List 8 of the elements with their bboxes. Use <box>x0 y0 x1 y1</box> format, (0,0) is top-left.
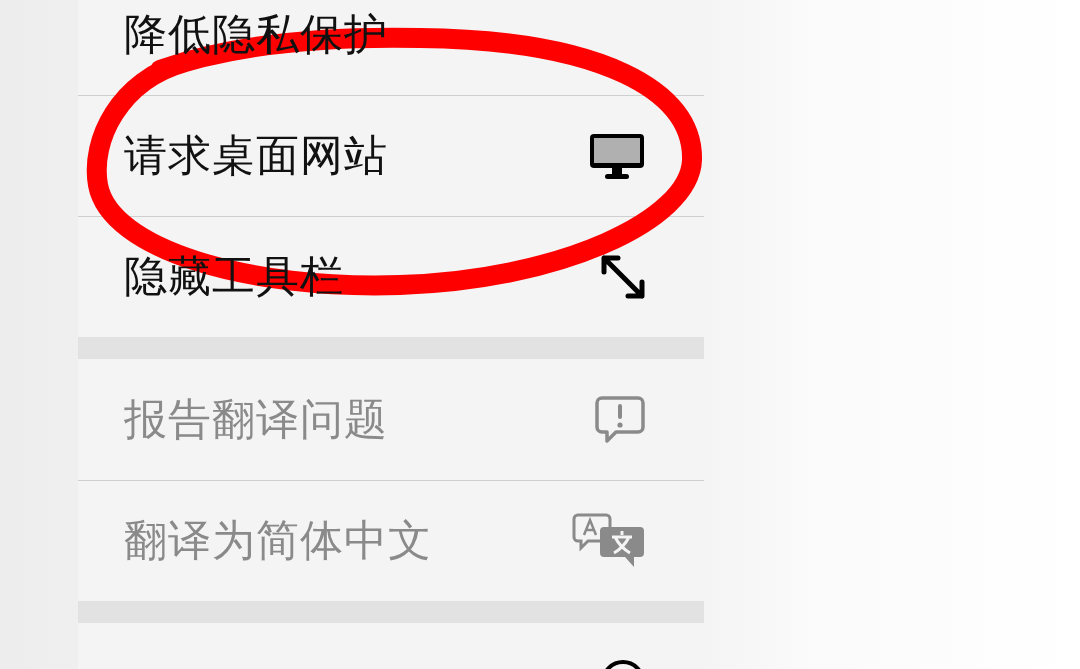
resize-arrows-icon <box>600 254 646 300</box>
report-bubble-icon <box>594 394 646 445</box>
menu-item-label: 请求桌面网站 <box>124 129 388 182</box>
menu-item-label: 报告翻译问题 <box>124 392 388 446</box>
translate-icon <box>572 513 646 569</box>
menu-item[interactable]: 请求桌面网站 <box>78 95 704 216</box>
desktop-icon <box>588 132 646 180</box>
menu-item-label: 翻译为简体中文 <box>124 514 432 567</box>
